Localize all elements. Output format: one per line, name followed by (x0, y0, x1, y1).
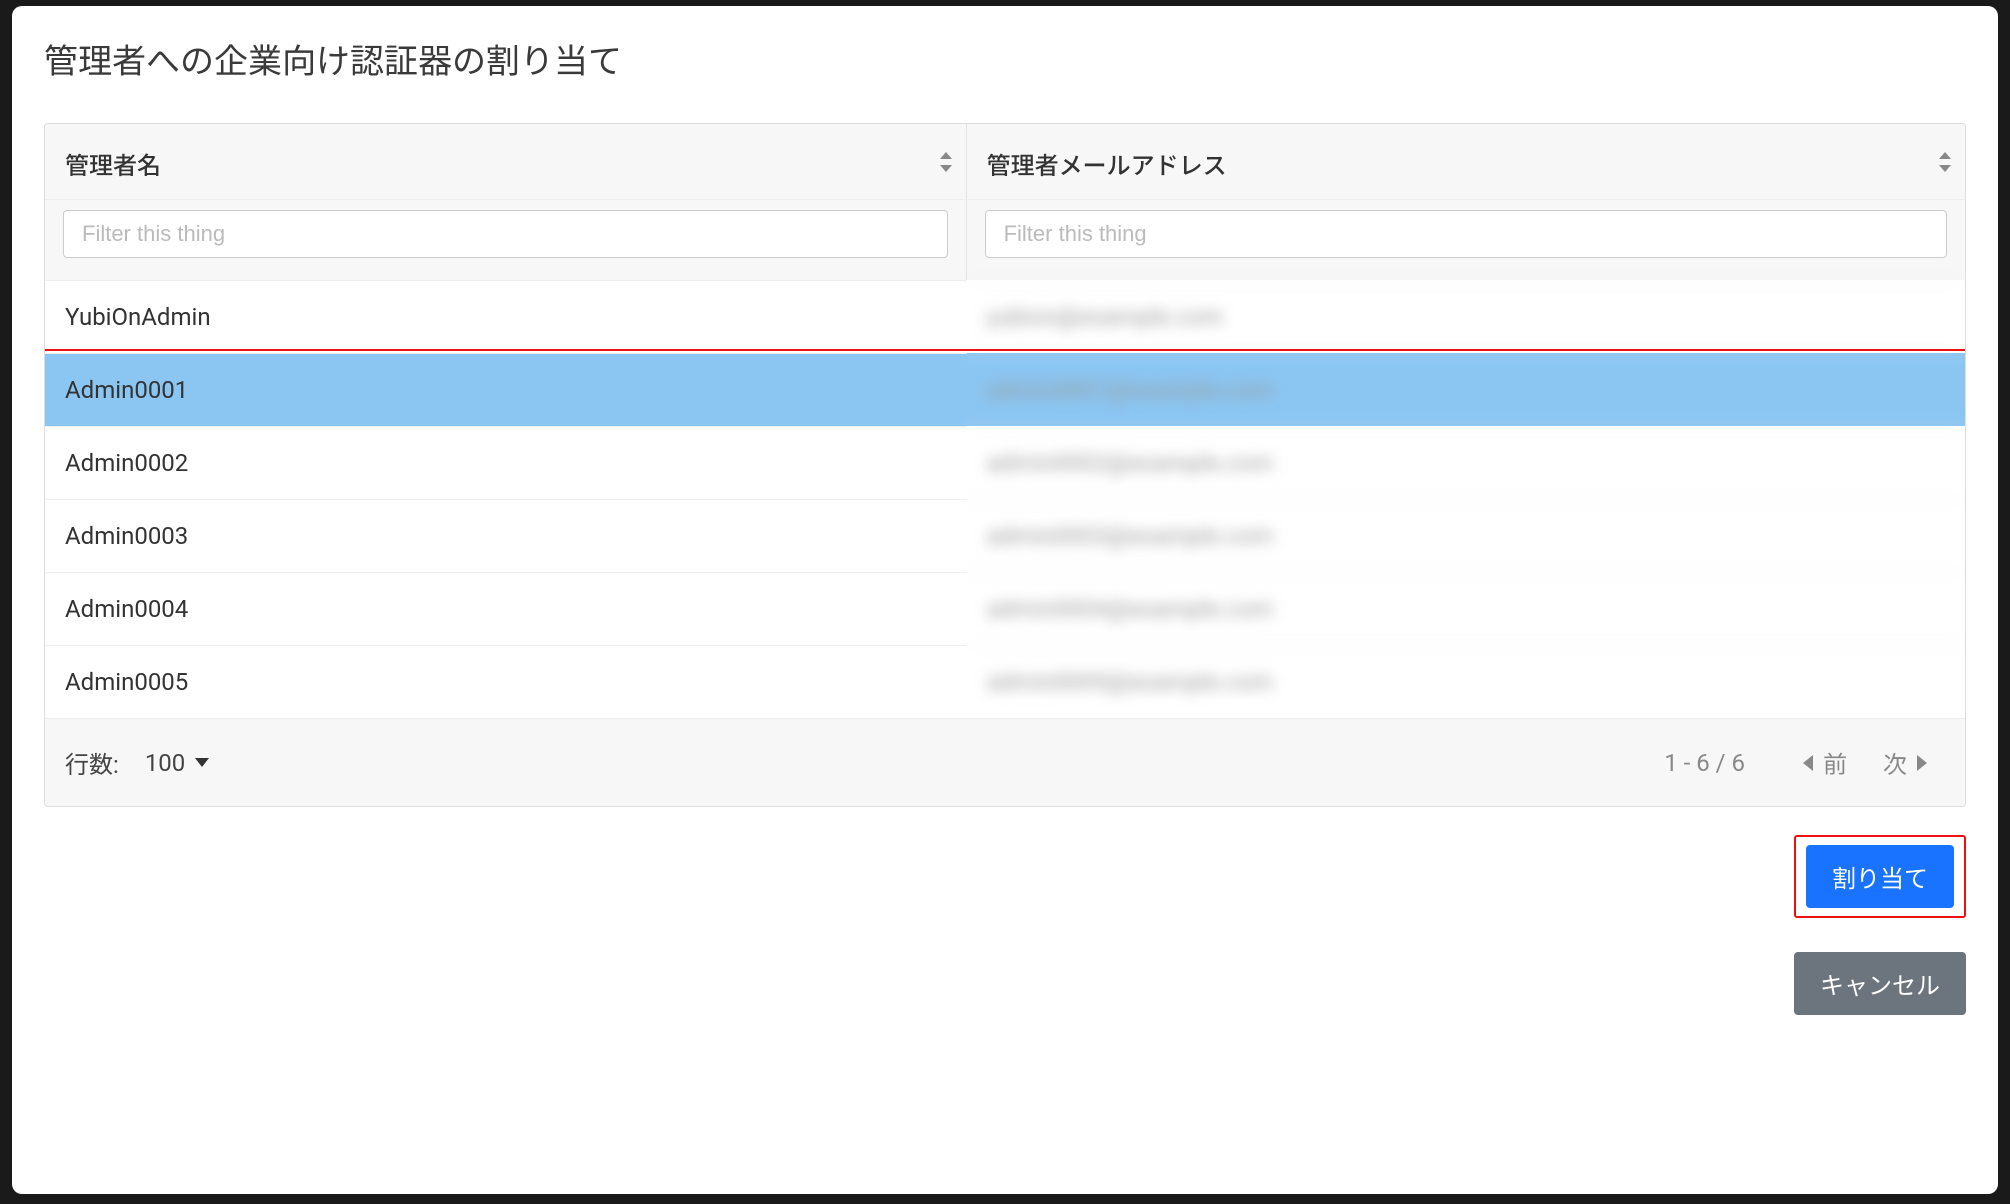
cell-admin-name: Admin0005 (45, 645, 967, 718)
assign-button[interactable]: 割り当て (1806, 845, 1954, 908)
pagination-range: 1 - 6 / 6 (1664, 749, 1745, 777)
admin-table: 管理者名 管理者メールアドレス YubiOnAdminyubion@exampl… (44, 123, 1966, 807)
cell-admin-email: admin0002@example.com (967, 426, 1965, 499)
table-header: 管理者名 管理者メールアドレス (45, 124, 1965, 199)
sort-icon[interactable] (1937, 152, 1951, 172)
column-header-email-label: 管理者メールアドレス (987, 152, 1227, 180)
cell-admin-email: yubion@example.com (967, 280, 1965, 353)
table-row[interactable]: Admin0003admin0003@example.com (45, 499, 1965, 572)
chevron-right-icon (1917, 755, 1927, 771)
table-body: YubiOnAdminyubion@example.comAdmin0001ad… (45, 280, 1965, 718)
table-row[interactable]: Admin0004admin0004@example.com (45, 572, 1965, 645)
column-header-email[interactable]: 管理者メールアドレス (967, 124, 1965, 199)
assign-button-highlight: 割り当て (1794, 835, 1966, 918)
table-footer: 行数: 100 1 - 6 / 6 前 次 (45, 718, 1965, 806)
modal-actions: 割り当て キャンセル (44, 835, 1966, 1015)
cell-admin-email: admin0003@example.com (967, 499, 1965, 572)
next-page-button[interactable]: 次 (1883, 745, 1927, 780)
column-header-name[interactable]: 管理者名 (45, 124, 967, 199)
next-label: 次 (1883, 745, 1907, 780)
table-row[interactable]: Admin0002admin0002@example.com (45, 426, 1965, 499)
cell-admin-name: Admin0001 (45, 353, 967, 426)
filter-row (45, 199, 1965, 280)
assign-authenticator-modal: 管理者への企業向け認証器の割り当て 管理者名 管理者メールアドレス YubiOn… (12, 6, 1998, 1194)
prev-page-button[interactable]: 前 (1803, 745, 1847, 780)
cell-admin-name: YubiOnAdmin (45, 280, 967, 353)
filter-input-email[interactable] (985, 210, 1947, 258)
filter-cell-email (967, 200, 1965, 280)
page-size-select[interactable]: 100 (145, 749, 209, 777)
filter-cell-name (45, 200, 967, 280)
table-row[interactable]: YubiOnAdminyubion@example.com (45, 280, 1965, 353)
chevron-left-icon (1803, 755, 1813, 771)
page-size-value: 100 (145, 749, 185, 777)
cell-admin-email: admin0004@example.com (967, 572, 1965, 645)
cell-admin-email: admin0005@example.com (967, 645, 1965, 718)
modal-title: 管理者への企業向け認証器の割り当て (44, 34, 1966, 83)
cell-admin-name: Admin0003 (45, 499, 967, 572)
table-row[interactable]: Admin0001admin0001@example.com (45, 353, 1965, 426)
cell-admin-name: Admin0004 (45, 572, 967, 645)
filter-input-name[interactable] (63, 210, 948, 258)
cell-admin-email: admin0001@example.com (967, 353, 1965, 426)
prev-label: 前 (1823, 745, 1847, 780)
chevron-down-icon (195, 758, 209, 767)
rows-per-page-label: 行数: (65, 745, 119, 780)
column-header-name-label: 管理者名 (65, 152, 161, 180)
cell-admin-name: Admin0002 (45, 426, 967, 499)
sort-icon[interactable] (938, 152, 952, 172)
table-row[interactable]: Admin0005admin0005@example.com (45, 645, 1965, 718)
cancel-button[interactable]: キャンセル (1794, 952, 1966, 1015)
